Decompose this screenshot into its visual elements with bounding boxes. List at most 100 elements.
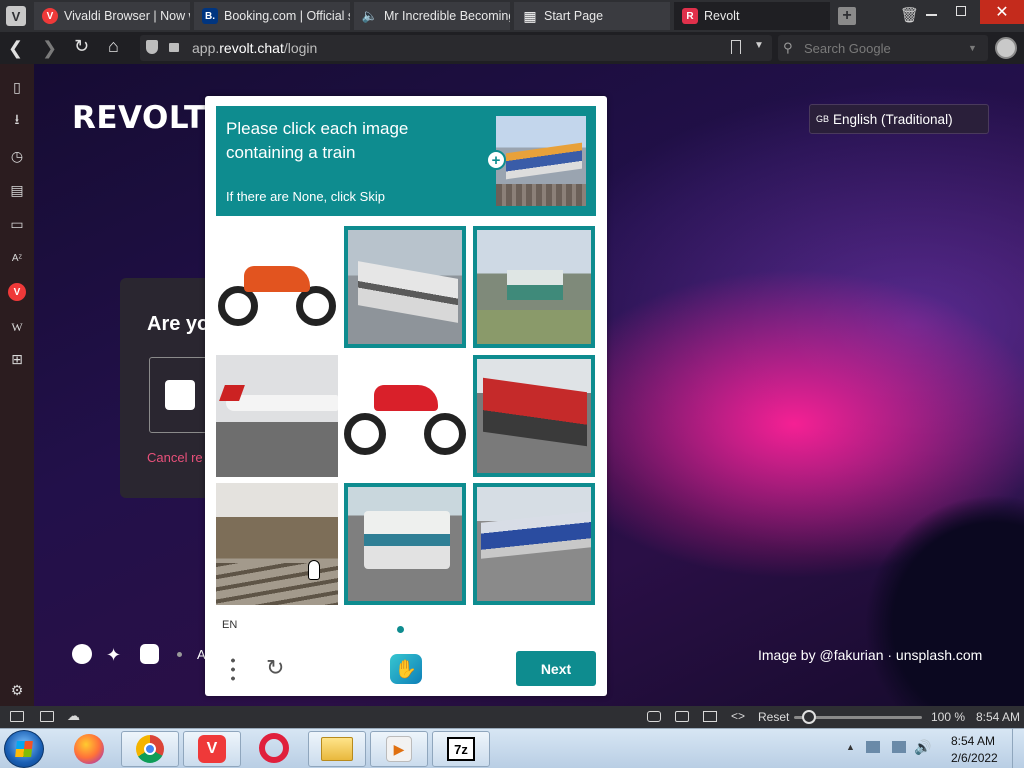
media-player-taskbar-button[interactable]: ▶ xyxy=(370,731,428,767)
tab-label: Vivaldi Browser | Now w xyxy=(64,9,190,23)
opera-icon[interactable] xyxy=(259,733,289,763)
menu-dots-icon[interactable] xyxy=(231,656,235,682)
vivaldi-taskbar-button[interactable]: V xyxy=(183,731,241,767)
zoom-level: 100 % xyxy=(931,710,966,724)
captcha-tile-4[interactable] xyxy=(216,355,338,477)
page-actions-icon[interactable]: <> xyxy=(731,709,745,723)
page-tiling-icon[interactable] xyxy=(675,711,689,722)
address-field[interactable]: app. revolt.chat/login xyxy=(140,35,772,61)
lock-icon[interactable] xyxy=(169,43,179,52)
hcaptcha-logo-icon[interactable]: ✋ xyxy=(390,654,422,684)
language-select[interactable]: GB English (Traditional) xyxy=(809,104,989,134)
login-heading: Are yo xyxy=(147,313,210,335)
vivaldi-panel-icon[interactable]: V xyxy=(8,283,26,301)
tab-mr-incredible[interactable]: 🔈 Mr Incredible Becoming xyxy=(354,2,510,30)
next-button[interactable]: Next xyxy=(516,651,596,686)
downloads-icon[interactable]: ⭳ xyxy=(8,111,26,130)
mouse-cursor-icon xyxy=(308,560,320,580)
footer-separator xyxy=(177,652,182,657)
folder-icon xyxy=(321,737,353,761)
github-icon[interactable] xyxy=(72,644,92,664)
capture-icon[interactable] xyxy=(647,711,661,722)
tiling-icon[interactable] xyxy=(40,711,54,722)
url-prefix: app. xyxy=(192,40,220,56)
motorbike-body xyxy=(374,385,438,411)
tray-expand-icon[interactable]: ▲ xyxy=(846,742,855,752)
tab-start-page[interactable]: ▦ Start Page xyxy=(514,2,670,30)
image-credit[interactable]: Image by @fakurian · unsplash.com xyxy=(758,647,982,663)
motorbike-wheel xyxy=(218,286,258,326)
captcha-tile-2[interactable] xyxy=(344,226,466,348)
windows-logo-icon xyxy=(15,741,33,757)
captcha-skip-hint: If there are None, click Skip xyxy=(226,189,385,204)
show-desktop-button[interactable] xyxy=(1012,728,1024,768)
captcha-tile-5[interactable] xyxy=(344,355,466,477)
language-label: English (Traditional) xyxy=(833,111,953,127)
7zip-icon: 7z xyxy=(447,737,475,761)
vivaldi-menu-icon[interactable]: V xyxy=(6,6,26,26)
page-indicator-dot xyxy=(397,626,404,633)
notes-icon[interactable]: ▤ xyxy=(8,181,26,199)
media-player-icon: ▶ xyxy=(386,736,412,762)
search-engine-icon[interactable]: ⚲ xyxy=(783,40,793,56)
revolt-icon: R xyxy=(682,8,698,24)
explorer-taskbar-button[interactable] xyxy=(308,731,366,767)
add-panel-icon[interactable]: ⊞ xyxy=(8,350,26,368)
forward-icon[interactable]: ❯ xyxy=(42,38,57,59)
taskbar-clock[interactable]: 8:54 AM xyxy=(951,734,995,748)
captcha-tile-7[interactable] xyxy=(216,483,338,605)
home-icon[interactable]: ⌂ xyxy=(108,36,119,57)
restore-icon[interactable] xyxy=(956,6,966,16)
action-center-icon[interactable] xyxy=(866,741,880,753)
close-window-button[interactable]: ✕ xyxy=(980,0,1024,24)
search-dropdown-icon[interactable]: ▼ xyxy=(968,43,977,53)
back-icon[interactable]: ❮ xyxy=(8,38,23,59)
image-toggle-icon[interactable] xyxy=(703,711,717,722)
chevron-down-icon[interactable]: ▼ xyxy=(754,40,764,51)
bookmarks-icon[interactable]: ▯ xyxy=(8,78,26,96)
expand-sample-icon[interactable]: + xyxy=(486,150,506,170)
profile-avatar[interactable] xyxy=(995,37,1017,59)
cancel-link[interactable]: Cancel re xyxy=(147,450,203,465)
panel-toggle-icon[interactable] xyxy=(10,711,24,722)
captcha-tile-6[interactable] xyxy=(473,355,595,477)
captcha-tile-9[interactable] xyxy=(473,483,595,605)
7zip-taskbar-button[interactable]: 7z xyxy=(432,731,490,767)
captcha-tile-3[interactable] xyxy=(473,226,595,348)
firefox-icon[interactable] xyxy=(74,734,104,764)
captcha-language[interactable]: EN xyxy=(222,619,237,631)
trash-icon[interactable]: 🗑 xyxy=(900,6,919,24)
tab-vivaldi[interactable]: V Vivaldi Browser | Now w xyxy=(34,2,190,30)
taskbar-date[interactable]: 2/6/2022 xyxy=(951,751,998,765)
chrome-icon xyxy=(136,735,164,763)
cloud-sync-icon[interactable]: ☁ xyxy=(67,708,80,724)
network-icon[interactable] xyxy=(892,741,906,753)
search-input[interactable]: Search Google xyxy=(778,35,988,61)
window-panel-icon[interactable]: ▭ xyxy=(8,215,26,233)
captcha-tile-8[interactable] xyxy=(344,483,466,605)
reload-icon[interactable]: ↻ xyxy=(74,36,89,57)
shield-icon[interactable] xyxy=(146,40,158,54)
sample-train-image[interactable] xyxy=(496,116,586,206)
twitter-icon[interactable]: ✦ xyxy=(106,645,121,666)
new-tab-icon[interactable]: + xyxy=(838,7,856,25)
translate-icon[interactable]: Aᶻ xyxy=(8,249,26,267)
captcha-tile-1[interactable] xyxy=(216,226,338,348)
settings-icon[interactable]: ⚙ xyxy=(8,681,26,699)
wikipedia-icon[interactable]: W xyxy=(8,318,26,336)
volume-icon[interactable]: 🔊 xyxy=(914,739,931,756)
motorbike-body xyxy=(244,266,310,292)
tab-revolt[interactable]: R Revolt xyxy=(674,2,830,30)
chrome-taskbar-button[interactable] xyxy=(121,731,179,767)
refresh-icon[interactable]: ↻ xyxy=(266,655,284,681)
history-icon[interactable]: ◷ xyxy=(8,147,26,165)
bookmark-icon[interactable] xyxy=(731,40,741,54)
tab-booking[interactable]: B. Booking.com | Official s xyxy=(194,2,350,30)
mastodon-icon[interactable] xyxy=(140,644,159,664)
minimize-icon[interactable] xyxy=(926,14,937,16)
tab-label: Revolt xyxy=(704,9,740,23)
motorbike-wheel xyxy=(424,413,466,455)
zoom-reset-button[interactable]: Reset xyxy=(758,710,789,724)
captcha-instruction-line2: containing a train xyxy=(226,143,356,162)
gb-flag-icon: GB xyxy=(816,114,830,124)
